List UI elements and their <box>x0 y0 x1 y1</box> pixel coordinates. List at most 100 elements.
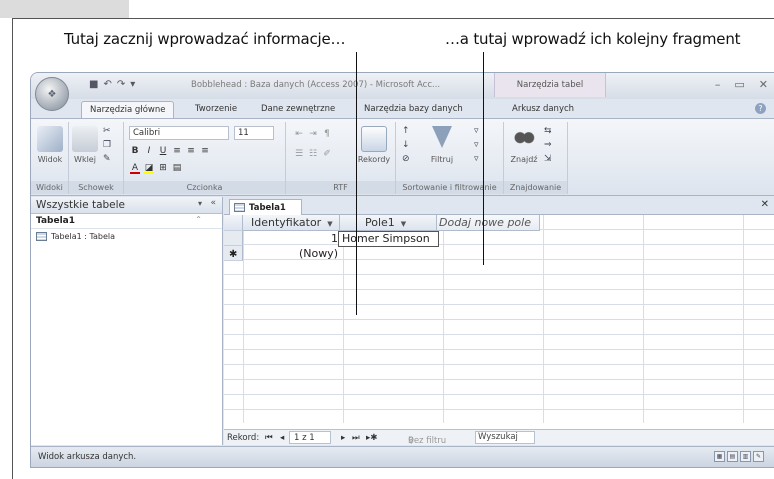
tab-create[interactable]: Tworzenie <box>187 101 245 118</box>
office-logo-icon: ❖ <box>47 88 57 100</box>
group-label-sort-filter: Sortowanie i filtrowanie <box>396 181 503 194</box>
new-row-selector[interactable]: ✱ <box>224 246 243 261</box>
cell-new-record[interactable]: (Nowy) <box>243 246 338 262</box>
callout-pointer-right <box>483 52 484 265</box>
filter-button[interactable]: Filtruj <box>424 126 460 164</box>
font-color-icon[interactable]: A <box>130 162 140 174</box>
find-button[interactable]: Znajdź <box>508 126 540 164</box>
close-document-icon[interactable]: ✕ <box>761 199 769 210</box>
clear-sort-icon[interactable]: ⊘ <box>402 154 410 164</box>
callout-left: Tutaj zacznij wprowadzać informacje… <box>64 30 346 48</box>
cell-identyfikator[interactable]: 1 <box>243 231 338 247</box>
new-blank-record-icon[interactable]: ▸✱ <box>366 433 377 443</box>
numbered-list-icon[interactable]: ☰ <box>294 148 304 160</box>
align-center-icon[interactable]: ≡ <box>186 145 196 157</box>
italic-icon[interactable]: I <box>144 145 154 157</box>
format-painter-icon[interactable]: ✎ <box>103 154 111 164</box>
filter-button-label: Filtruj <box>430 155 454 164</box>
tab-datasheet[interactable]: Arkusz danych <box>504 101 582 118</box>
decrease-indent-icon[interactable]: ⇤ <box>294 128 304 140</box>
contextual-tab-header: Narzędzia tabel <box>494 73 606 97</box>
column-dropdown-icon[interactable]: ▼ <box>401 220 406 228</box>
tab-external-data[interactable]: Dane zewnętrzne <box>253 101 343 118</box>
pivot-chart-view-icon[interactable]: ▥ <box>740 451 751 462</box>
datasheet-view-icon[interactable]: ▦ <box>714 451 725 462</box>
nav-group-tabela1[interactable]: Tabela1 ⌃ <box>31 214 222 229</box>
access-window: ■ ↶ ↷ ▾ Bobblehead : Baza danych (Access… <box>30 72 774 468</box>
column-header-pole1[interactable]: Pole1 ▼ <box>340 215 437 231</box>
undo-icon[interactable]: ↶ <box>103 79 111 90</box>
row-selector[interactable] <box>224 231 243 246</box>
group-views: Widok Widoki <box>31 122 69 194</box>
gridlines-icon[interactable]: ⊞ <box>158 162 168 174</box>
cell-pole1-editing[interactable]: Homer Simpson <box>338 231 439 247</box>
bullet-list-icon[interactable]: ☷ <box>308 148 318 160</box>
callout-right: …a tutaj wprowadź ich kolejny fragment <box>445 30 741 48</box>
document-tab-tabela1[interactable]: Tabela1 <box>229 199 302 216</box>
alt-row-color-icon[interactable]: ▤ <box>172 162 182 174</box>
filter-icon <box>432 126 452 152</box>
minimize-icon[interactable]: – <box>715 78 721 91</box>
column-dropdown-icon[interactable]: ▼ <box>327 220 332 228</box>
save-icon[interactable]: ■ <box>89 79 98 90</box>
maximize-icon[interactable]: ▭ <box>734 78 744 91</box>
underline-icon[interactable]: U <box>158 145 168 157</box>
records-button[interactable]: Rekordy <box>356 126 392 164</box>
records-button-label: Rekordy <box>357 155 391 164</box>
find-tools: ⇆ ⇒ ⇲ <box>544 126 552 164</box>
quick-access-toolbar: ■ ↶ ↷ ▾ <box>89 79 135 90</box>
last-record-icon[interactable]: ⏭ <box>352 433 360 443</box>
callout-pointer-left <box>356 52 357 315</box>
filter-status-label: Bez filtru <box>408 436 447 446</box>
redo-icon[interactable]: ↷ <box>117 79 125 90</box>
view-button[interactable]: Widok <box>35 126 65 164</box>
previous-record-icon[interactable]: ◂ <box>280 433 284 443</box>
record-navigation-bar: Rekord: ⏮ ◂ 1 z 1 ▸ ⏭ ▸✱ ⚲ Bez filtru Wy… <box>224 429 774 446</box>
customize-qat-icon[interactable]: ▾ <box>130 79 135 90</box>
selection-filter-icon[interactable]: ▿ <box>474 126 479 136</box>
bold-icon[interactable]: B <box>130 145 140 157</box>
help-icon[interactable]: ? <box>755 103 766 114</box>
font-size-select[interactable]: 11 <box>234 126 274 140</box>
select-all-corner[interactable] <box>224 215 243 231</box>
select-icon[interactable]: ⇲ <box>544 154 552 164</box>
highlight-icon[interactable]: ✐ <box>322 148 332 160</box>
design-view-icon[interactable]: ✎ <box>753 451 764 462</box>
increase-indent-icon[interactable]: ⇥ <box>308 128 318 140</box>
search-input[interactable]: Wyszukaj <box>475 431 535 444</box>
sort-ascending-icon[interactable]: ↑ <box>402 126 410 136</box>
pivot-table-view-icon[interactable]: ▤ <box>727 451 738 462</box>
advanced-filter-icon[interactable]: ▿ <box>474 140 479 150</box>
align-right-icon[interactable]: ≡ <box>200 145 210 157</box>
close-icon[interactable]: ✕ <box>759 78 768 91</box>
nav-dropdown-icon[interactable]: ▾ <box>198 199 202 208</box>
replace-icon[interactable]: ⇆ <box>544 126 552 136</box>
office-button[interactable]: ❖ <box>35 77 69 111</box>
collapse-group-icon[interactable]: ⌃ <box>195 215 202 224</box>
paragraph-icon[interactable]: ¶ <box>322 128 332 140</box>
table-icon <box>36 232 47 241</box>
tab-database-tools[interactable]: Narzędzia bazy danych <box>356 101 471 118</box>
group-font: Calibri 11 B I U ≡ ≡ ≡ A ◪ ⊞ ▤ Czcionka <box>124 122 286 194</box>
column-header-add-field[interactable]: Dodaj nowe pole <box>437 215 540 231</box>
paste-button[interactable]: Wklej <box>71 126 99 164</box>
sort-descending-icon[interactable]: ↓ <box>402 140 410 150</box>
next-record-icon[interactable]: ▸ <box>341 433 345 443</box>
records-icon <box>361 126 387 152</box>
first-record-icon[interactable]: ⏮ <box>265 433 273 443</box>
status-bar: Widok arkusza danych. ▦ ▤ ▥ ✎ <box>31 446 774 467</box>
cut-icon[interactable]: ✂ <box>103 126 111 136</box>
nav-pane-header[interactable]: Wszystkie tabele ▾ « <box>31 197 222 214</box>
column-header-identyfikator[interactable]: Identyfikator ▼ <box>243 215 340 231</box>
nav-item-tabela1[interactable]: Tabela1 : Tabela <box>31 229 222 244</box>
new-record-icon: ✱ <box>229 249 238 260</box>
tab-home[interactable]: Narzędzia główne <box>81 101 175 118</box>
ribbon-tab-bar: Narzędzia główne Tworzenie Dane zewnętrz… <box>31 99 774 118</box>
shutter-bar-icon[interactable]: « <box>210 198 216 208</box>
fill-color-icon[interactable]: ◪ <box>144 162 154 174</box>
toggle-filter-icon[interactable]: ▿ <box>474 154 479 164</box>
goto-icon[interactable]: ⇒ <box>544 140 552 150</box>
font-name-select[interactable]: Calibri <box>129 126 229 140</box>
align-left-icon[interactable]: ≡ <box>172 145 182 157</box>
copy-icon[interactable]: ❐ <box>103 140 111 150</box>
